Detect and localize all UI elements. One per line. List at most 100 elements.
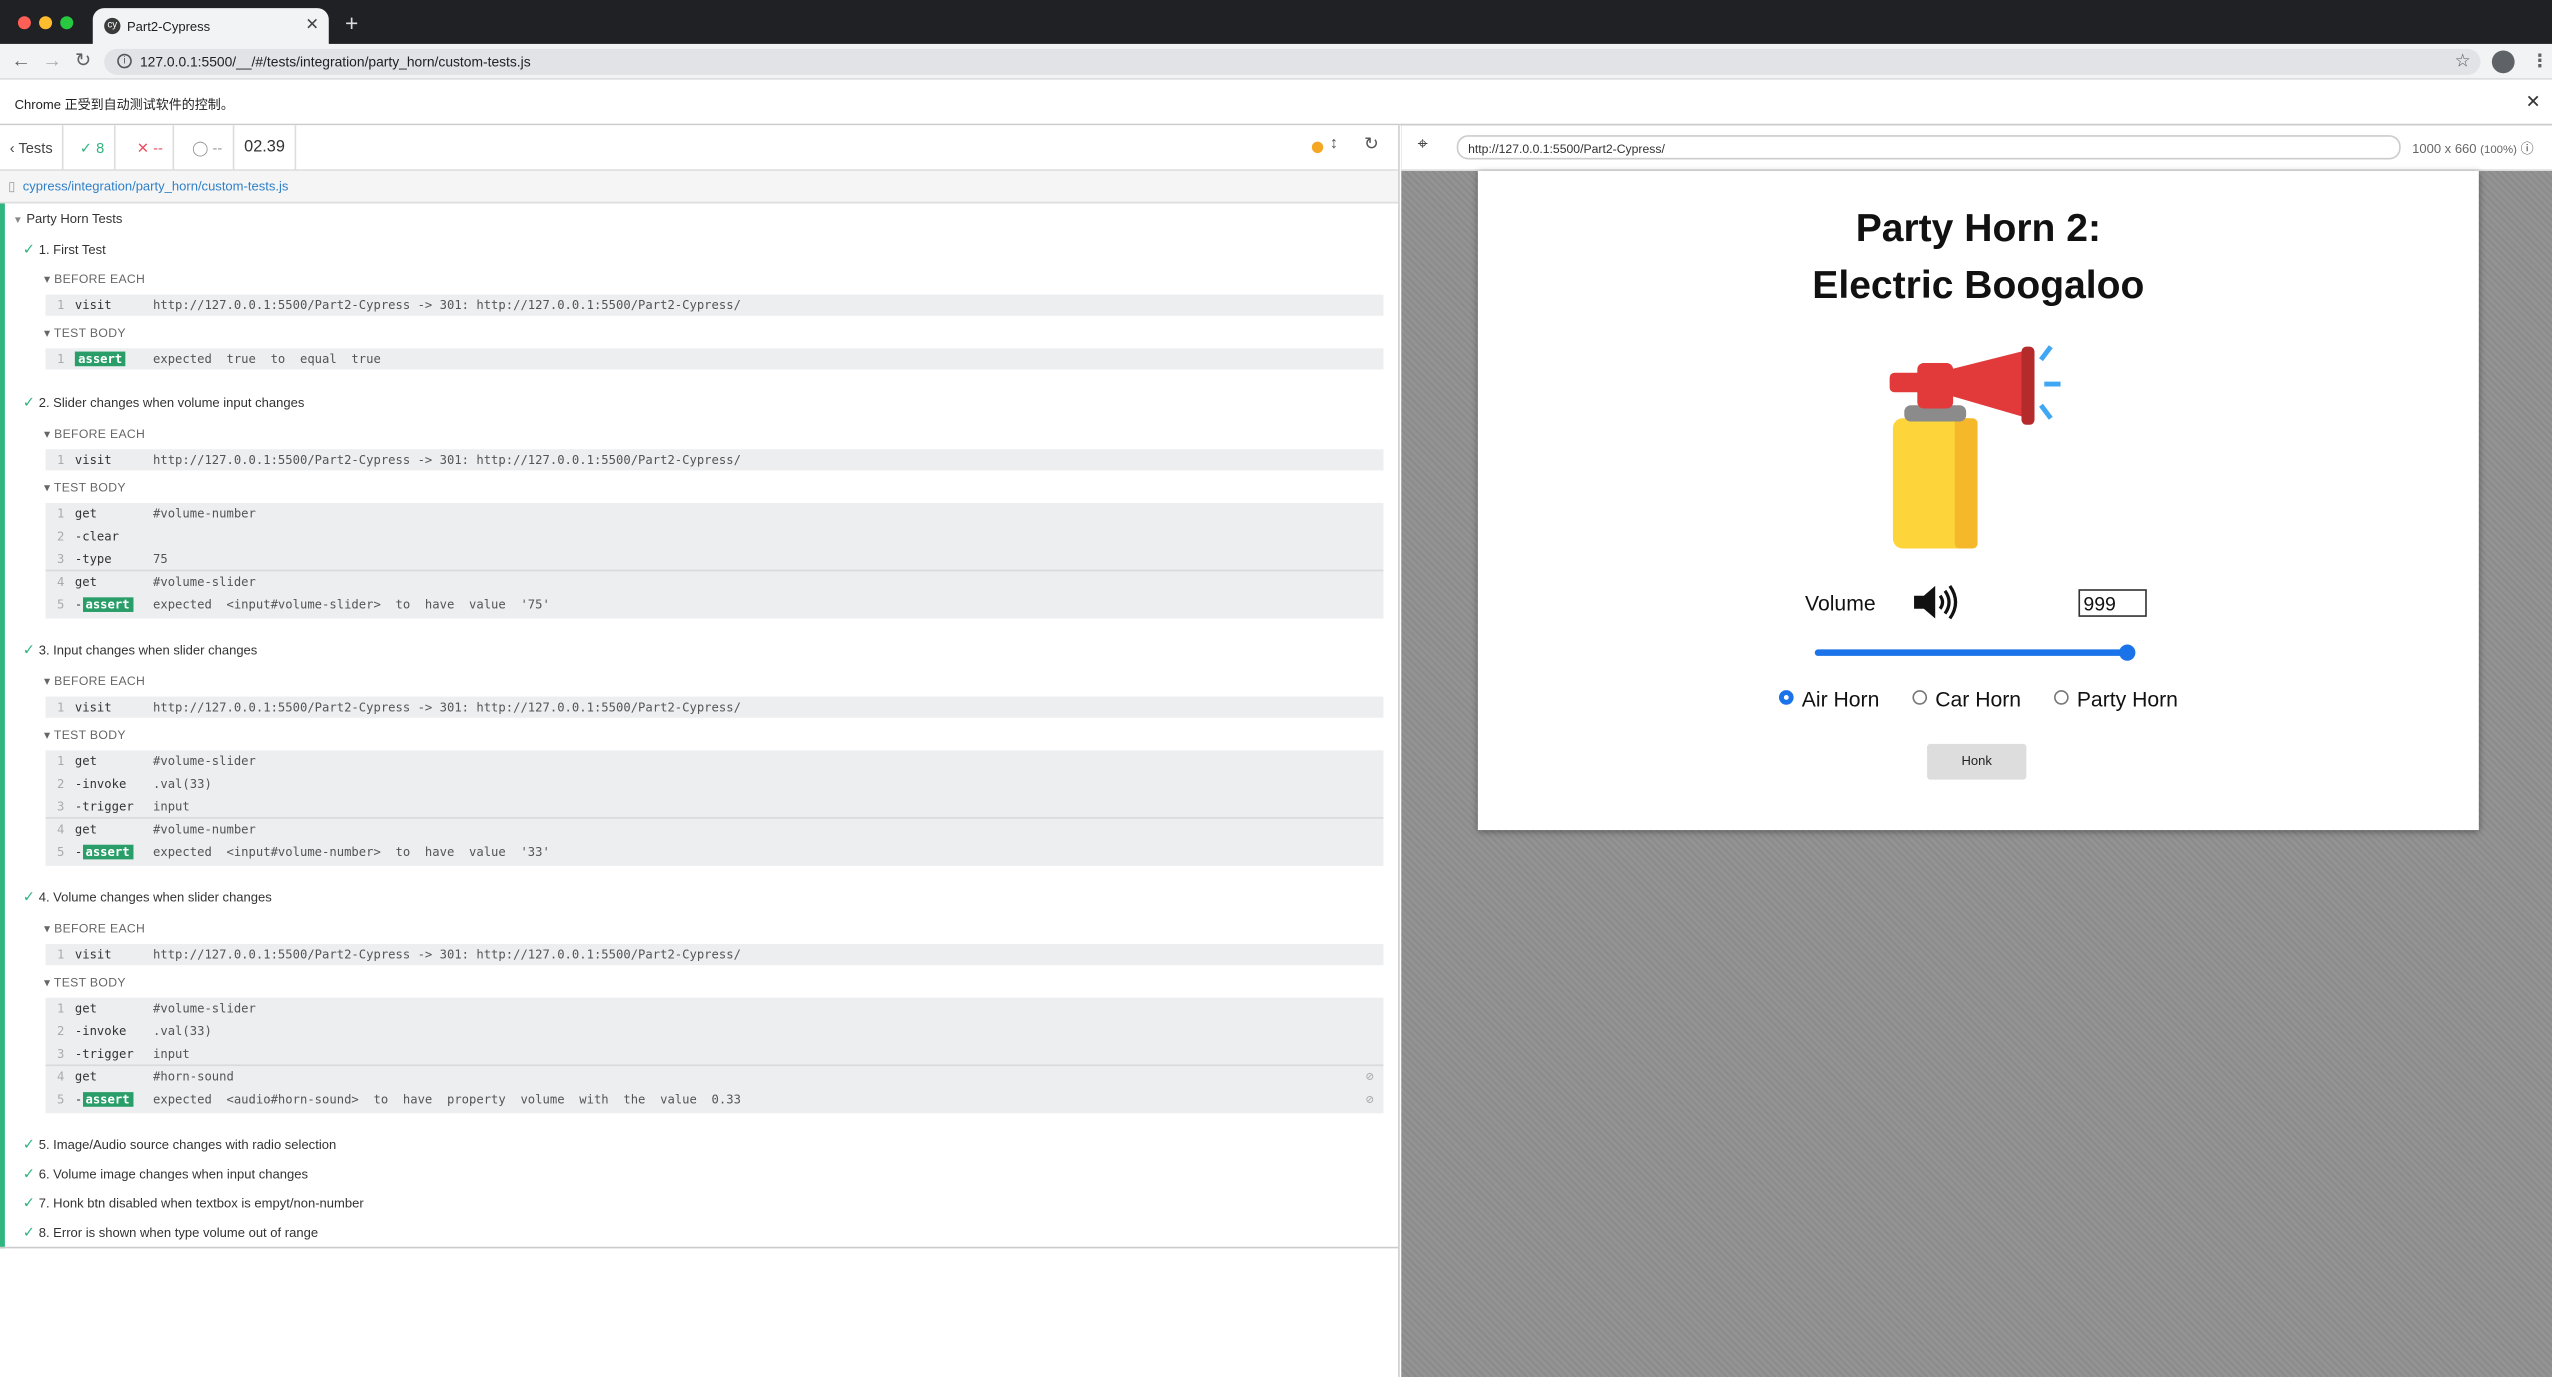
hook-before-each[interactable]: ▾ BEFORE EACH — [44, 426, 145, 441]
spec-path-bar: ▯ cypress/integration/party_horn/custom-… — [0, 170, 1399, 204]
close-window-button[interactable] — [17, 16, 31, 30]
passed-count[interactable]: ✓ 8 — [70, 125, 116, 171]
volume-slider-thumb[interactable] — [2119, 644, 2136, 661]
command-row[interactable]: 2 -invoke .val(33) — [46, 773, 1384, 796]
test-item[interactable]: ✓ 1. First Test — [23, 241, 106, 259]
command-row[interactable]: 5- assert expected <input#volume-slider> t… — [46, 594, 1384, 617]
radio-air-horn[interactable]: Air Horn — [1778, 686, 1880, 712]
command-name: visit — [74, 297, 112, 313]
omnibox-url: 127.0.0.1:5500/__/#/tests/integration/pa… — [139, 53, 531, 70]
command-row[interactable]: 2 -invoke .val(33) — [46, 1021, 1384, 1044]
new-tab-icon[interactable]: + — [345, 10, 358, 36]
command-row[interactable]: 1 get #volume-slider — [46, 750, 1384, 773]
close-tab-icon[interactable]: ✕ — [305, 16, 319, 34]
command-message: #volume-number — [152, 506, 256, 521]
tests-label: Tests — [18, 139, 53, 157]
command-row[interactable]: 1 get #volume-number — [46, 503, 1384, 526]
command-row[interactable]: 4 get #volume-slider — [46, 571, 1384, 594]
command-row[interactable]: 1 assert expected true to equal true — [45, 348, 1384, 370]
browser-tab[interactable]: cy Part2-Cypress ✕ — [92, 8, 329, 44]
command-name: get — [74, 753, 97, 769]
spec-path[interactable]: cypress/integration/party_horn/custom-te… — [23, 179, 289, 194]
viewport-size: 1000 x 660 — [2412, 141, 2477, 157]
hook-before-each[interactable]: ▾ BEFORE EACH — [44, 921, 145, 936]
bookmark-star-icon[interactable]: ☆ — [2455, 50, 2471, 72]
command-message: #volume-slider — [152, 574, 256, 590]
test-item[interactable]: ✓ 8. Error is shown when type volume out… — [23, 1224, 318, 1242]
auto-scroll-icon[interactable]: ↕ — [1330, 135, 1338, 153]
child-dash: - — [74, 597, 83, 612]
command-name: -trigger — [74, 799, 134, 814]
viewport-info[interactable]: 1000 x 660 (100%) ⓘ — [2412, 140, 2533, 158]
test-item[interactable]: ✓ 3. Input changes when slider changes — [23, 641, 258, 659]
command-row[interactable]: 2 -clear — [46, 526, 1384, 549]
hook-test-body[interactable]: ▾ TEST BODY — [44, 728, 126, 743]
selector-playground-icon[interactable]: ⌖ — [1418, 135, 1428, 156]
forward-icon[interactable]: → — [42, 49, 62, 72]
test-item[interactable]: ✓ 5. Image/Audio source changes with rad… — [23, 1136, 336, 1154]
command-message: expected true to equal true — [152, 351, 381, 367]
test-item[interactable]: ✓ 2. Slider changes when volume input ch… — [23, 394, 305, 412]
account-avatar-icon[interactable] — [2491, 50, 2515, 74]
back-icon[interactable]: ← — [11, 49, 31, 72]
more-menu-icon[interactable]: ⋮ — [2531, 50, 2549, 72]
volume-slider[interactable] — [1814, 649, 2128, 656]
reporter-panel: ‹ Tests ✓ 8 ✕ -- ◯ -- 02.39 ↕ ↻ ▯ cypres… — [0, 125, 1400, 1377]
info-icon[interactable]: i — [117, 53, 132, 69]
radio-party-horn[interactable]: Party Horn — [2054, 687, 2178, 711]
command-name: get — [74, 1000, 97, 1016]
command-message: #volume-slider — [152, 1000, 256, 1016]
omnibox[interactable]: i 127.0.0.1:5500/__/#/tests/integration/… — [104, 48, 2481, 75]
hook-label: BEFORE EACH — [54, 921, 146, 936]
hook-test-body[interactable]: ▾ TEST BODY — [44, 326, 126, 341]
radio-car-horn[interactable]: Car Horn — [1912, 687, 2021, 711]
radio-label: Car Horn — [1935, 686, 2022, 712]
command-message: input — [152, 799, 190, 814]
suite-title[interactable]: ▼ Party Horn Tests — [13, 212, 122, 227]
radio-selected-icon — [1778, 690, 1794, 705]
radio-label: Air Horn — [1801, 686, 1880, 712]
command-message: 75 — [152, 551, 168, 567]
hook-test-body[interactable]: ▾ TEST BODY — [44, 975, 126, 990]
collapse-caret-icon: ▼ — [13, 216, 23, 227]
test-title: 6. Volume image changes when input chang… — [38, 1166, 308, 1182]
command-row[interactable]: 3 -type 75 — [45, 549, 1384, 572]
command-row[interactable]: 1 visit http://127.0.0.1:5500/Part2-Cypres… — [45, 294, 1384, 316]
command-row[interactable]: 4 get #volume-number — [46, 819, 1384, 842]
command-message: expected <input#volume-slider> to have v… — [152, 597, 550, 612]
command-row[interactable]: 1 visit http://127.0.0.1:5500/Part2-Cypres… — [45, 944, 1384, 966]
command-row[interactable]: 5- assert expected <input#volume-number> t… — [46, 841, 1384, 864]
command-name: get — [74, 574, 97, 590]
failed-count[interactable]: ✕ -- — [127, 125, 175, 171]
hook-before-each[interactable]: ▾ BEFORE EACH — [44, 272, 145, 287]
command-row[interactable]: 4 get #horn-sound ⊘ — [46, 1066, 1384, 1089]
tests-button[interactable]: ‹ Tests — [0, 125, 65, 171]
test-item[interactable]: ✓ 6. Volume image changes when input cha… — [23, 1165, 308, 1183]
hook-test-body[interactable]: ▾ TEST BODY — [44, 480, 126, 495]
command-group: 1 get #volume-number 2 -clear 3 -type 75 4 get… — [45, 502, 1384, 619]
test-item[interactable]: ✓ 4. Volume changes when slider changes — [23, 889, 272, 907]
command-row[interactable]: 5- assert expected <audio#horn-sound> to h… — [46, 1089, 1384, 1112]
volume-number-input[interactable]: 999 — [2078, 589, 2147, 617]
rerun-icon[interactable]: ↻ — [1364, 133, 1379, 155]
pending-count[interactable]: ◯ -- — [182, 125, 234, 171]
hook-before-each[interactable]: ▾ BEFORE EACH — [44, 674, 145, 689]
volume-level-3-icon — [1914, 585, 1958, 620]
maximize-window-button[interactable] — [60, 16, 74, 30]
reload-icon[interactable]: ↻ — [75, 49, 91, 72]
assert-pill: assert — [74, 351, 126, 367]
command-row[interactable]: 1 visit http://127.0.0.1:5500/Part2-Cypres… — [45, 449, 1384, 471]
assert-pill: assert — [82, 844, 133, 859]
aut-url-box[interactable]: http://127.0.0.1:5500/Part2-Cypress/ — [1456, 135, 2401, 160]
honk-button[interactable]: Honk — [1927, 743, 2027, 780]
command-row[interactable]: 3 -trigger input — [45, 1043, 1384, 1067]
command-message: http://127.0.0.1:5500/Part2-Cypress -> 3… — [152, 699, 741, 715]
command-row[interactable]: 1 get #volume-slider — [46, 998, 1384, 1021]
close-infobar-icon[interactable]: ✕ — [2526, 91, 2541, 113]
minimize-window-button[interactable] — [39, 16, 53, 30]
suite-label: Party Horn Tests — [26, 211, 123, 227]
pass-check-icon: ✓ — [22, 1165, 36, 1182]
command-row[interactable]: 1 visit http://127.0.0.1:5500/Part2-Cypres… — [45, 696, 1384, 718]
command-row[interactable]: 3 -trigger input — [45, 796, 1384, 819]
test-item[interactable]: ✓ 7. Honk btn disabled when textbox is e… — [23, 1195, 364, 1213]
